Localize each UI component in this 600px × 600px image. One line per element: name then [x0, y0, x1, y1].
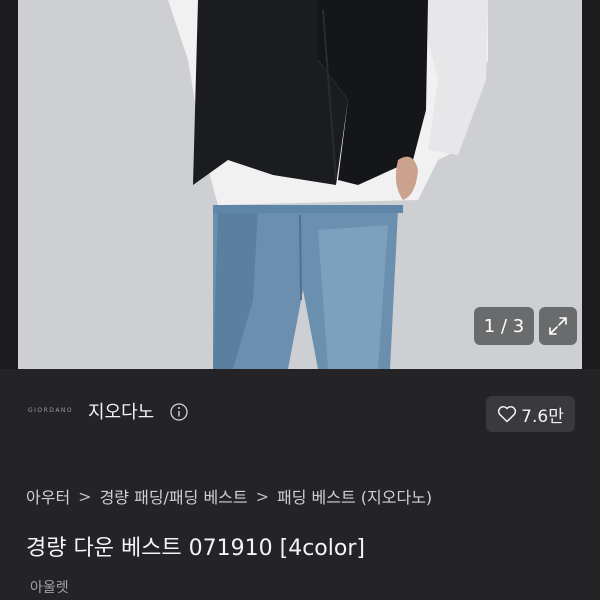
image-counter-text: 1 / 3: [483, 315, 525, 337]
product-image-gallery: 1 / 3: [0, 0, 600, 369]
info-icon[interactable]: [170, 403, 188, 421]
breadcrumb-item-light-padding[interactable]: 경량 패딩/패딩 베스트: [100, 484, 248, 508]
brand-name[interactable]: 지오다노: [88, 398, 154, 424]
product-title: 경량 다운 베스트 071910 [4color]: [26, 536, 365, 561]
breadcrumb: 아우터 > 경량 패딩/패딩 베스트 > 패딩 베스트 (지오다노): [26, 484, 432, 508]
product-subtitle: 아울렛: [30, 580, 69, 596]
breadcrumb-separator: >: [78, 486, 92, 506]
heart-icon: [498, 406, 517, 423]
breadcrumb-item-outer[interactable]: 아우터: [26, 484, 70, 508]
like-count: 7.6만: [521, 406, 564, 427]
brand-logo[interactable]: GIORDANO: [28, 407, 73, 414]
expand-icon: [549, 317, 567, 335]
image-counter: 1 / 3: [474, 307, 534, 345]
expand-image-button[interactable]: [539, 307, 577, 345]
breadcrumb-item-padding-vest[interactable]: 패딩 베스트 (지오다노): [277, 484, 432, 508]
brand-logo-text: GIORDANO: [28, 407, 74, 414]
like-button[interactable]: 7.6만: [486, 396, 575, 432]
brand-name-text: 지오다노: [88, 402, 155, 423]
breadcrumb-separator: >: [255, 486, 270, 506]
